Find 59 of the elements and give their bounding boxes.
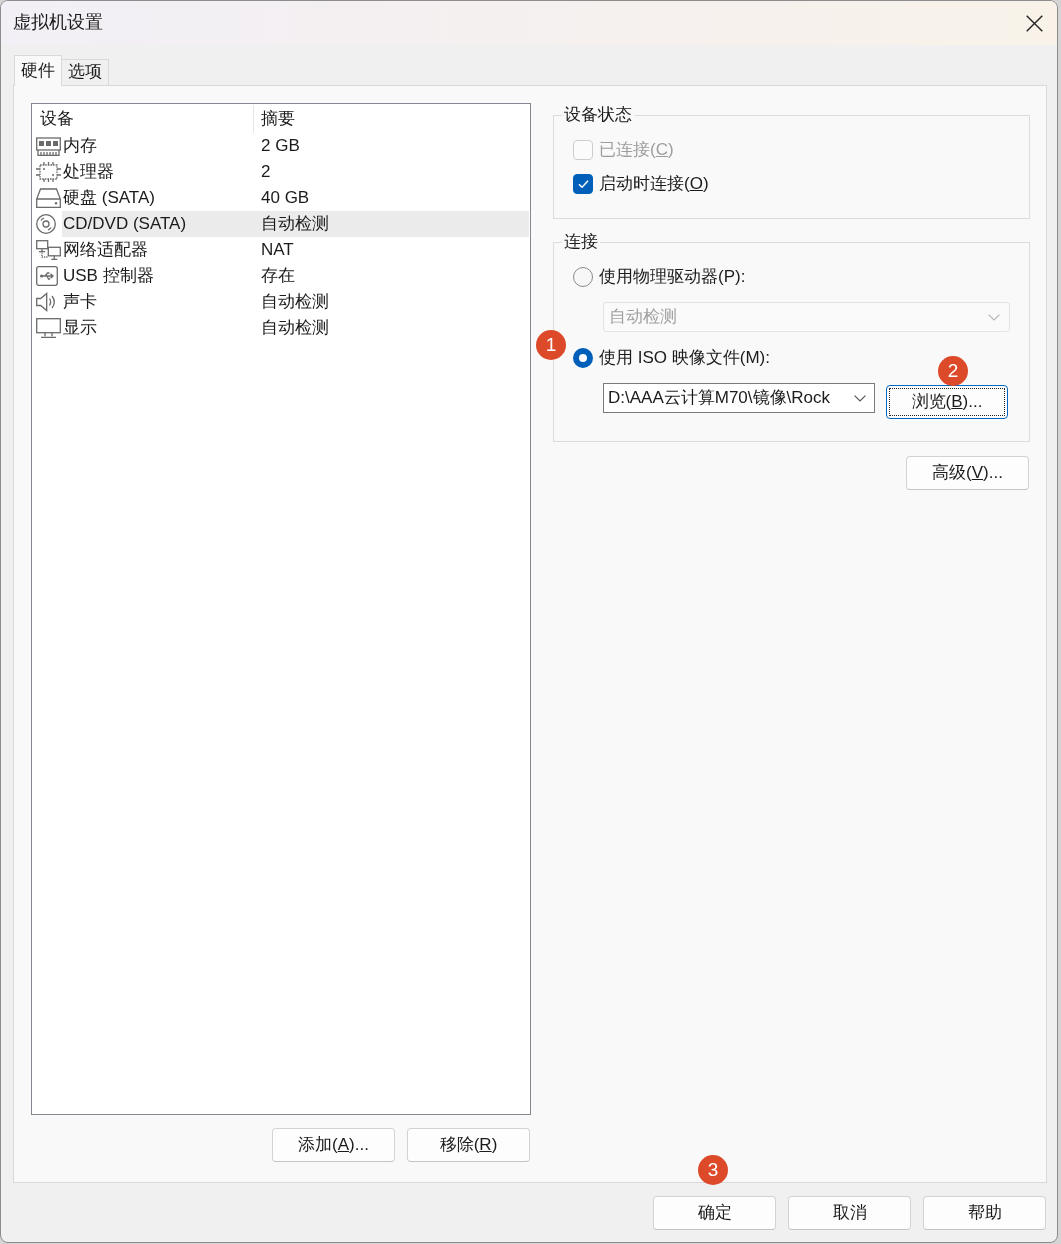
device-row[interactable]: 处理器 2 bbox=[32, 159, 529, 185]
network-icon bbox=[36, 240, 61, 260]
device-summary: 自动检测 bbox=[261, 317, 329, 339]
help-button[interactable]: 帮助 bbox=[923, 1196, 1046, 1230]
device-name: 处理器 bbox=[62, 161, 115, 183]
path-combobox[interactable]: D:\AAA云计算M70\镜像\Rock bbox=[603, 383, 875, 413]
device-summary: 自动检测 bbox=[261, 291, 329, 313]
usb-icon bbox=[36, 266, 58, 286]
device-row[interactable]: 显示 自动检测 bbox=[32, 315, 529, 341]
step-number-badge: 1 bbox=[536, 330, 566, 360]
device-row[interactable]: 网络适配器 NAT bbox=[32, 237, 529, 263]
device-name: CD/DVD (SATA) bbox=[62, 213, 188, 235]
group-title: 连接 bbox=[563, 231, 599, 253]
window-title: 虚拟机设置 bbox=[13, 12, 104, 34]
device-name: 声卡 bbox=[62, 291, 98, 313]
device-name: 网络适配器 bbox=[62, 239, 149, 261]
column-header[interactable]: 设备 bbox=[32, 104, 254, 133]
speaker-icon bbox=[36, 292, 56, 312]
step-number-badge: 2 bbox=[938, 356, 968, 386]
tab[interactable]: 硬件 bbox=[14, 55, 62, 86]
device-name: USB 控制器 bbox=[62, 265, 155, 287]
checkbox[interactable] bbox=[573, 174, 593, 194]
group-title: 设备状态 bbox=[563, 104, 633, 126]
device-summary: NAT bbox=[261, 239, 294, 261]
device-row[interactable]: USB 控制器 存在 bbox=[32, 263, 529, 289]
device-row[interactable]: 声卡 自动检测 bbox=[32, 289, 529, 315]
device-summary: 2 GB bbox=[261, 135, 300, 157]
disc-icon bbox=[36, 214, 56, 234]
device-name: 显示 bbox=[62, 317, 98, 339]
chip-icon bbox=[36, 162, 61, 182]
monitor-icon bbox=[36, 318, 61, 338]
checkmark-icon bbox=[577, 180, 589, 188]
chevron-down-icon bbox=[988, 313, 1000, 321]
device-summary: 40 GB bbox=[261, 187, 310, 209]
chevron-down-icon bbox=[854, 394, 866, 402]
close-icon bbox=[1025, 14, 1043, 32]
device-name: 内存 bbox=[62, 135, 98, 157]
device-name: 硬盘 (SATA) bbox=[62, 187, 156, 209]
cancel-button[interactable]: 取消 bbox=[788, 1196, 911, 1230]
hard-drive-icon bbox=[36, 188, 61, 208]
device-summary: 自动检测 bbox=[261, 213, 329, 235]
column-header[interactable]: 摘要 bbox=[254, 104, 295, 133]
device-row[interactable]: 硬盘 (SATA) 40 GB bbox=[32, 185, 529, 211]
tab[interactable]: 选项 bbox=[62, 59, 109, 85]
device-summary: 存在 bbox=[261, 265, 295, 287]
radio-button[interactable] bbox=[573, 267, 593, 287]
radio-label: 使用 ISO 映像文件(M): bbox=[599, 347, 770, 369]
device-summary: 2 bbox=[261, 161, 271, 183]
device-row[interactable]: 内存 2 GB bbox=[32, 133, 529, 159]
memory-module-icon bbox=[36, 136, 61, 156]
radio-label: 使用物理驱动器(P): bbox=[599, 266, 746, 288]
browse-button[interactable]: 浏览(B)... bbox=[886, 385, 1008, 419]
checkbox-label: 已连接(C) bbox=[599, 139, 674, 161]
remove-button[interactable]: 移除(R) bbox=[407, 1128, 530, 1162]
advanced-button[interactable]: 高级(V)... bbox=[906, 456, 1029, 490]
ok-button[interactable]: 确定 bbox=[653, 1196, 776, 1230]
radio-button[interactable] bbox=[573, 348, 593, 368]
add-button[interactable]: 添加(A)... bbox=[272, 1128, 395, 1162]
checkbox-label: 启动时连接(O) bbox=[599, 173, 709, 195]
